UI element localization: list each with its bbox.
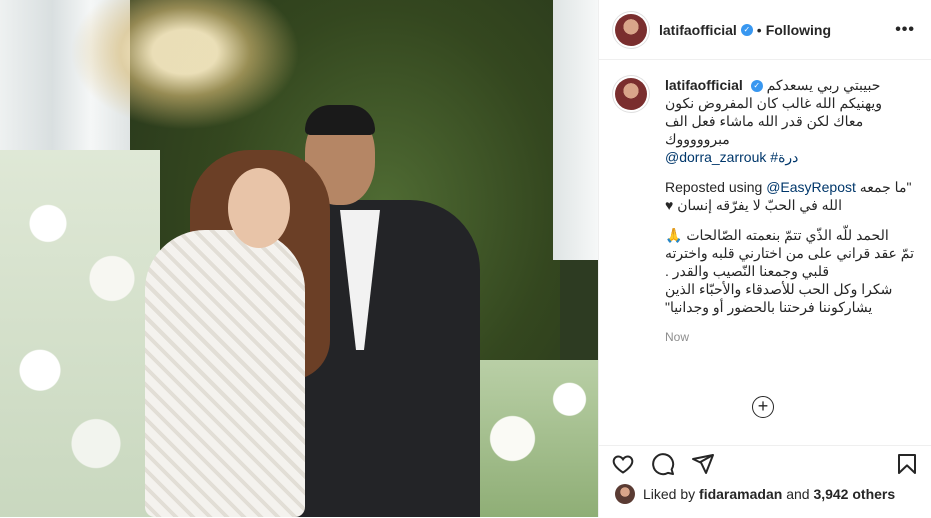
- photo-woman-face: [228, 168, 290, 248]
- repost-handle-link[interactable]: @EasyRepost: [766, 179, 856, 195]
- following-button[interactable]: Following: [766, 22, 831, 38]
- likes-count-link[interactable]: 3,942 others: [813, 486, 895, 502]
- avatar[interactable]: [615, 13, 647, 46]
- verified-icon: ✓: [750, 80, 763, 93]
- mention-link[interactable]: @dorra_zarrouk: [665, 149, 766, 165]
- caption-text: الله في الحبّ لا يفرّقه إنسان ♥: [665, 197, 842, 213]
- avatar[interactable]: [615, 78, 647, 110]
- caption-text: شكرا وكل الحب للأصدقاء والأحبّاء الذين: [665, 281, 893, 297]
- action-bar: Liked by fidaramadan and 3,942 others: [599, 445, 931, 518]
- likes-row: Liked by fidaramadan and 3,942 others: [599, 476, 931, 512]
- caption-text: يشاركوننا فرحتنا بالحضور أو وجدانيا": [665, 299, 873, 315]
- username-link[interactable]: latifaofficial: [659, 22, 737, 38]
- separator-dot: •: [756, 21, 762, 38]
- photo-woman: [145, 230, 305, 517]
- post-photo[interactable]: [0, 0, 598, 517]
- instagram-post: latifaofficial ✓ • Following ••• latifao…: [0, 0, 931, 517]
- caption-text: الحمد للّه الذّي تتمّ بنعمته الصّالحات 🙏: [665, 227, 889, 243]
- comment-icon[interactable]: [651, 452, 675, 476]
- add-comment-icon[interactable]: +: [752, 396, 774, 418]
- post-sidebar: latifaofficial ✓ • Following ••• latifao…: [598, 0, 931, 517]
- repost-text: Reposted using: [665, 179, 763, 195]
- caption-text: تمّ عقد قراني على من اختارني قلبه واخترت…: [665, 245, 914, 261]
- liker-avatar[interactable]: [615, 484, 635, 504]
- verified-icon: ✓: [740, 23, 753, 36]
- likes-and: and: [786, 486, 810, 502]
- share-icon[interactable]: [691, 452, 715, 476]
- heart-icon[interactable]: [611, 452, 635, 476]
- timestamp: Now: [665, 330, 690, 344]
- caption-text: ويهنيكم الله غالب كان المفروض نكون: [665, 95, 883, 111]
- caption-text: "ما جمعه: [859, 179, 912, 195]
- hashtag-link[interactable]: #درة: [770, 149, 798, 165]
- liker-username-link[interactable]: fidaramadan: [699, 486, 782, 502]
- photo-chandelier: [70, 0, 300, 130]
- post-header: latifaofficial ✓ • Following •••: [599, 0, 931, 60]
- caption: latifaofficial ✓ حبيبتي ربي يسعدكم ويهني…: [599, 60, 931, 346]
- photo-flowers: [0, 150, 160, 517]
- caption-username-link[interactable]: latifaofficial: [665, 77, 743, 93]
- photo-man-hair: [305, 105, 375, 135]
- caption-text: معاك لكن قدر الله ماشاء فعل الف: [665, 113, 864, 129]
- caption-text: حبيبتي ربي يسعدكم: [766, 77, 881, 93]
- likes-prefix: Liked by: [643, 486, 696, 502]
- caption-body: latifaofficial ✓ حبيبتي ربي يسعدكم ويهني…: [665, 76, 915, 346]
- photo-drape: [553, 0, 598, 260]
- bookmark-icon[interactable]: [895, 452, 919, 476]
- caption-text: مبروووووك: [665, 131, 730, 147]
- action-icons: [599, 446, 931, 476]
- caption-text: قلبي وجمعنا النّصيب والقدر .: [665, 263, 830, 279]
- more-options-icon[interactable]: •••: [895, 21, 915, 39]
